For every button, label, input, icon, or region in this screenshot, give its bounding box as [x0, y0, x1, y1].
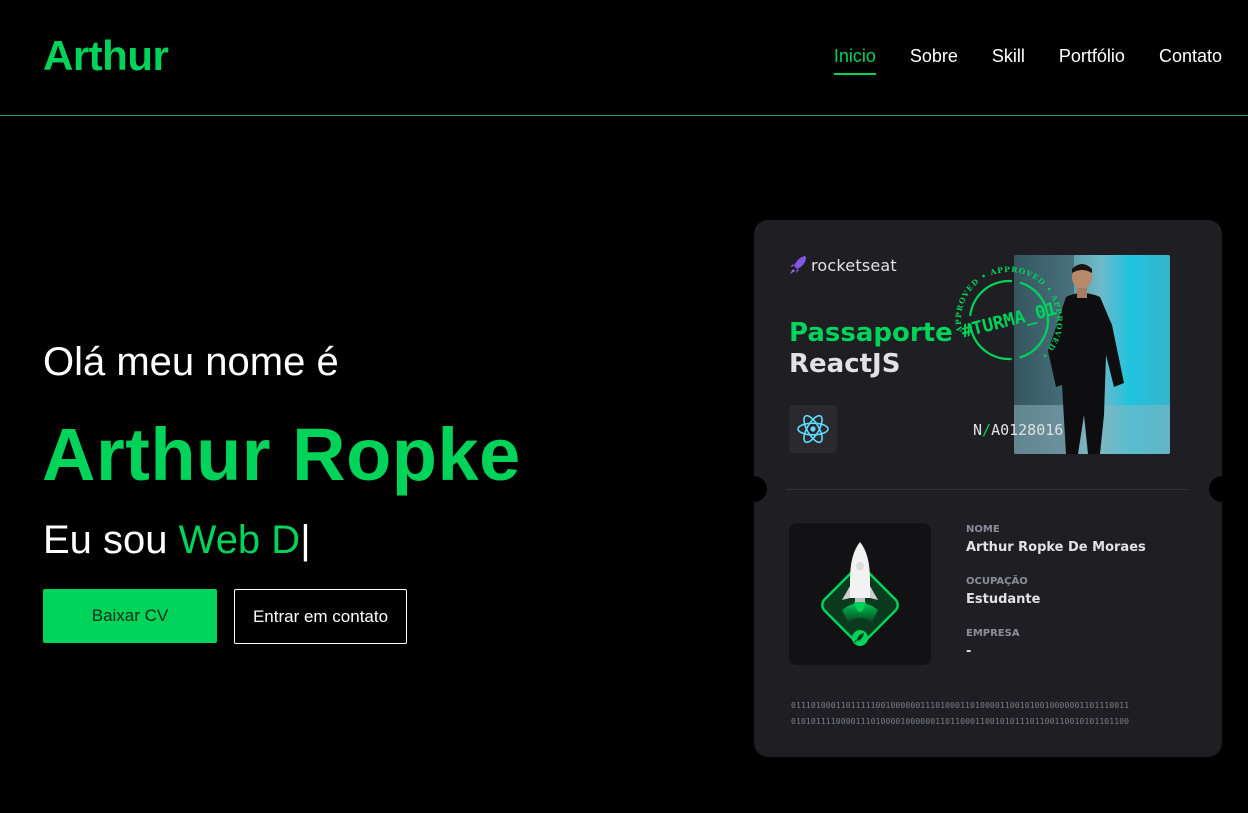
passport-subtitle: ReactJS: [789, 349, 901, 379]
nav-link-sobre[interactable]: Sobre: [910, 46, 958, 75]
rocketseat-brand: rocketseat: [789, 255, 897, 275]
nav-link-inicio[interactable]: Inicio: [833, 46, 876, 75]
field-ocupacao-value: Estudante: [966, 592, 1041, 607]
site-header: Arthur Inicio Sobre Skill Portfólio Cont…: [0, 0, 1248, 116]
field-nome-label: NOME: [966, 524, 1000, 535]
hero-name: Arthur Ropke: [42, 413, 521, 496]
field-ocupacao: OCUPAÇÃO Estudante: [966, 576, 1040, 607]
field-nome-value: Arthur Ropke De Moraes: [966, 540, 1146, 555]
typing-cursor: |: [300, 518, 311, 562]
rocket-badge-icon: [821, 542, 899, 646]
download-cv-button[interactable]: Baixar CV: [43, 589, 217, 643]
rocketseat-wordmark: rocketseat: [811, 255, 897, 275]
binary-line-2: 0101011110000111010000100000011011000110…: [791, 716, 1130, 726]
field-empresa-label: EMPRESA: [966, 628, 1020, 639]
binary-code: 0111010001101111100100000011101000110100…: [791, 697, 1191, 729]
field-empresa-value: -: [966, 644, 972, 659]
hero-greeting: Olá meu nome é: [43, 340, 339, 384]
hero-role: Eu sou Web D|: [43, 518, 311, 563]
react-badge: [789, 405, 837, 453]
main-nav: Inicio Sobre Skill Portfólio Contato: [833, 46, 1222, 75]
passport-number-slash: /: [982, 421, 992, 439]
field-ocupacao-label: OCUPAÇÃO: [966, 576, 1028, 587]
passport-number: N/A0128016: [973, 421, 1063, 439]
ticket-notch-right: [1209, 476, 1235, 502]
react-icon: [797, 414, 829, 444]
hero-role-typed: Web D: [178, 518, 301, 562]
binary-line-1: 0111010001101111100100000011101000110100…: [791, 700, 1130, 710]
field-empresa: EMPRESA -: [966, 628, 1020, 659]
passport-number-prefix: N: [973, 421, 983, 439]
hero-role-prefix: Eu sou: [43, 518, 168, 562]
nav-link-contato[interactable]: Contato: [1159, 46, 1222, 75]
approved-stamp: APPROVED • APPROVED • APPROVED • #TURMA_…: [951, 262, 1067, 378]
passport-card: rocketseat Passaporte ReactJS APPROVED •…: [741, 220, 1235, 757]
passport-title: Passaporte: [789, 318, 953, 348]
nav-link-skill[interactable]: Skill: [992, 46, 1025, 75]
passport-number-value: A0128016: [991, 421, 1064, 439]
field-nome: NOME Arthur Ropke De Moraes: [966, 524, 1146, 555]
rocket-badge: [789, 523, 931, 665]
ticket-notch-left: [741, 476, 767, 502]
nav-link-portfolio[interactable]: Portfólio: [1059, 46, 1125, 75]
ticket-divider: [786, 489, 1188, 490]
contact-button[interactable]: Entrar em contato: [234, 589, 407, 644]
site-logo[interactable]: Arthur: [43, 32, 169, 80]
rocketseat-logo-icon: [790, 256, 806, 274]
